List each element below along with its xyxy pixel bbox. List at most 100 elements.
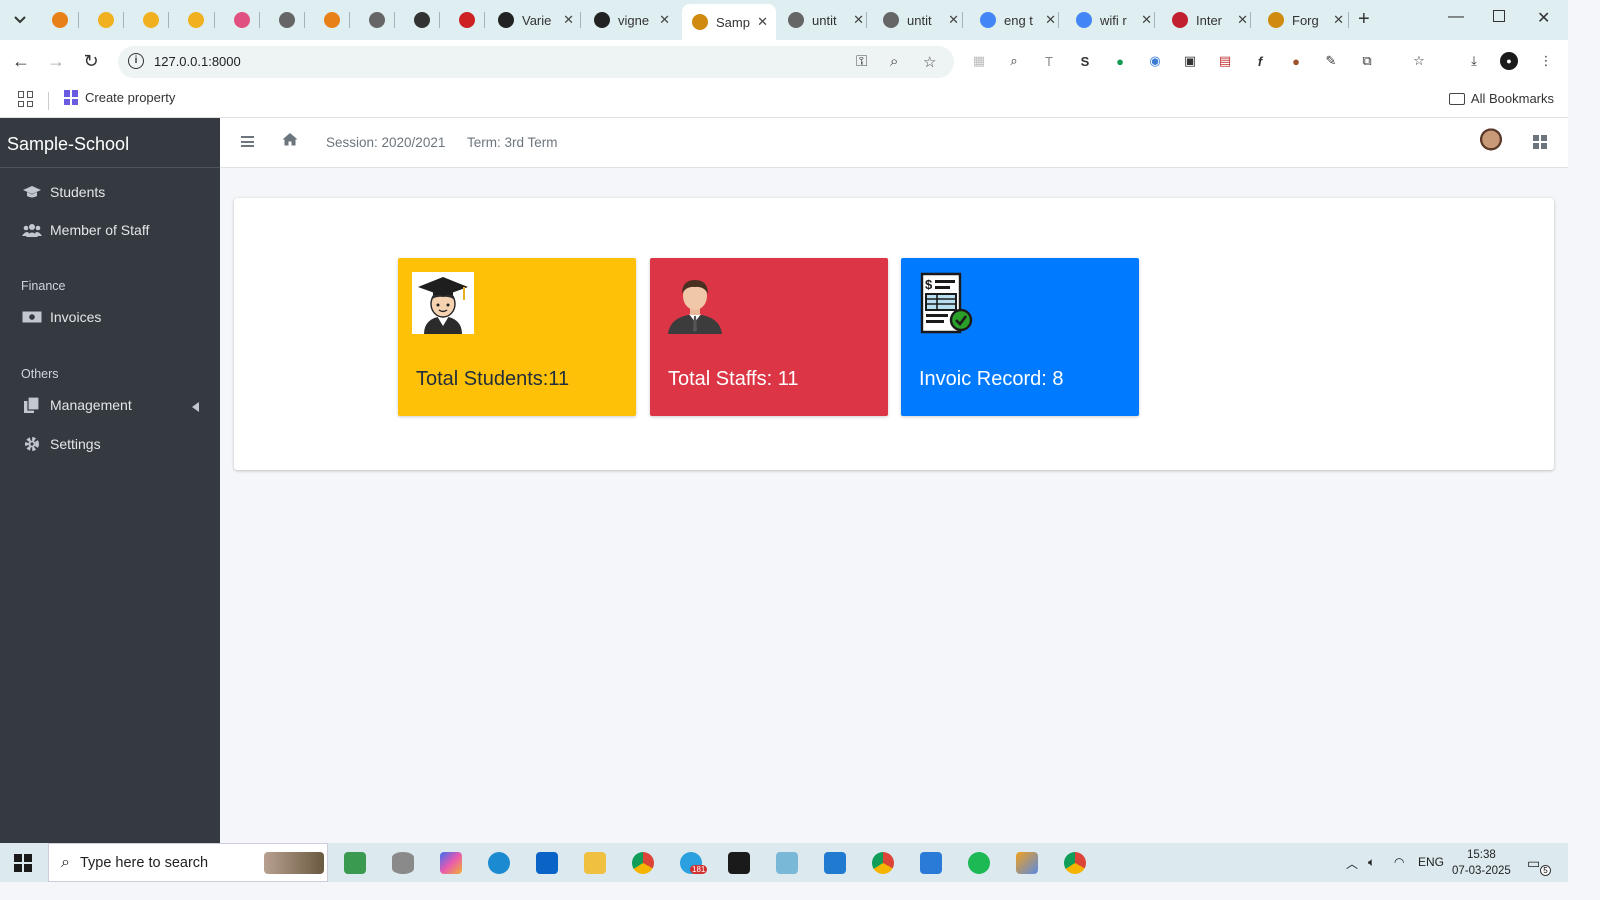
sidebar-item-management[interactable]: Management: [22, 397, 132, 413]
text-extension-icon[interactable]: T: [1040, 52, 1058, 70]
calculator-app-icon[interactable]: [344, 852, 366, 874]
wifi-icon[interactable]: ◠: [1394, 855, 1404, 869]
chevron-left-icon[interactable]: [192, 402, 199, 412]
browser-tab[interactable]: Inter ✕: [1162, 6, 1256, 34]
browser-menu-icon[interactable]: ⋮: [1537, 52, 1555, 70]
bookmark-star-icon[interactable]: ☆: [923, 53, 936, 71]
browser-tab[interactable]: wifi r ✕: [1066, 6, 1160, 34]
reload-icon[interactable]: ↻: [80, 51, 102, 72]
tab-search-button[interactable]: [8, 8, 32, 32]
session-text[interactable]: Session: 2020/2021: [326, 135, 445, 150]
speaker-icon[interactable]: 🔈︎: [1368, 855, 1375, 870]
browser-tab[interactable]: Samp ✕: [682, 4, 776, 40]
back-arrow-icon[interactable]: ←: [10, 51, 32, 72]
browser-tab[interactable]: Forg ✕: [1258, 6, 1352, 34]
browser-tab[interactable]: [42, 6, 78, 34]
cookie-extension-icon[interactable]: ●: [1287, 52, 1305, 70]
total-staffs-card[interactable]: Total Staffs: 11: [650, 258, 888, 416]
notepad-app-icon[interactable]: [776, 852, 798, 874]
url-text[interactable]: 127.0.0.1:8000: [154, 54, 241, 69]
browser-tab[interactable]: [178, 6, 214, 34]
user-avatar[interactable]: [1478, 128, 1504, 158]
browser-tab[interactable]: [404, 6, 440, 34]
minimize-icon[interactable]: —: [1448, 8, 1464, 26]
zoom-extension-icon[interactable]: ⌕: [1005, 52, 1023, 70]
site-info-icon[interactable]: i: [128, 53, 144, 69]
tab-close-icon[interactable]: ✕: [659, 12, 670, 28]
browser-tab[interactable]: eng t ✕: [970, 6, 1064, 34]
language-indicator[interactable]: ENG: [1418, 855, 1444, 869]
image-extension-icon[interactable]: ▣: [1181, 52, 1199, 70]
browser-tab[interactable]: [314, 6, 350, 34]
tab-close-icon[interactable]: ✕: [853, 12, 864, 28]
forward-arrow-icon[interactable]: →: [45, 51, 67, 72]
browser-tab[interactable]: [88, 6, 124, 34]
tab-close-icon[interactable]: ✕: [1045, 12, 1056, 28]
sidebar-item-students[interactable]: Students: [22, 184, 105, 200]
term-text[interactable]: Term: 3rd Term: [467, 135, 558, 150]
eyedropper-icon[interactable]: ✎: [1322, 52, 1340, 70]
zoom-icon[interactable]: ⌕: [890, 53, 898, 70]
password-key-icon[interactable]: ⚿: [856, 53, 867, 70]
profile-avatar-icon[interactable]: ●: [1500, 52, 1518, 70]
eye-extension-icon[interactable]: ◉: [1146, 52, 1164, 70]
sidebar-item-member-of-staff[interactable]: Member of Staff: [22, 222, 149, 238]
browser-tab[interactable]: [224, 6, 260, 34]
tab-close-icon[interactable]: ✕: [1237, 12, 1248, 28]
grammarly-icon[interactable]: ●: [1111, 52, 1129, 70]
total-students-card[interactable]: Total Students:11: [398, 258, 636, 416]
tab-close-icon[interactable]: ✕: [1333, 12, 1344, 28]
chrome-profile-app-icon[interactable]: [872, 852, 894, 874]
photos-app-icon[interactable]: [920, 852, 942, 874]
system-clock[interactable]: 15:38 07-03-2025: [1452, 847, 1511, 879]
font-extension-icon[interactable]: f: [1251, 52, 1269, 70]
apps-grid-icon[interactable]: [18, 91, 34, 107]
tab-close-icon[interactable]: ✕: [563, 12, 574, 28]
browser-tab[interactable]: Varie ✕: [488, 6, 582, 34]
app-icon[interactable]: [1016, 852, 1038, 874]
brand-title[interactable]: Sample-School: [0, 118, 220, 168]
invoice-record-card[interactable]: $ Invoic Record: 8: [901, 258, 1139, 416]
sidebar-item-settings[interactable]: Settings: [22, 436, 101, 452]
vscode-app-icon[interactable]: [824, 852, 846, 874]
search-highlight-image[interactable]: [264, 852, 324, 874]
chrome-app-icon[interactable]: [632, 852, 654, 874]
new-tab-button[interactable]: +: [1358, 8, 1370, 31]
sidebar-item-invoices[interactable]: Invoices: [22, 309, 101, 325]
window-close-icon[interactable]: ✕: [1537, 8, 1550, 28]
calendar-extension-icon[interactable]: ▤: [1216, 52, 1234, 70]
s-extension-icon[interactable]: S: [1076, 52, 1094, 70]
notification-icon[interactable]: ▭: [1527, 855, 1540, 872]
browser-tab[interactable]: [269, 6, 305, 34]
download-icon[interactable]: ⤓: [1465, 52, 1483, 70]
browser-tab[interactable]: untit ✕: [778, 6, 872, 34]
hamburger-menu-icon[interactable]: [241, 136, 254, 147]
chevron-up-icon[interactable]: ︿: [1346, 855, 1358, 872]
copilot-app-icon[interactable]: [440, 852, 462, 874]
chrome-profile2-app-icon[interactable]: [1064, 852, 1086, 874]
all-bookmarks-button[interactable]: All Bookmarks: [1448, 91, 1554, 106]
outlook-app-icon[interactable]: [536, 852, 558, 874]
windows-start-icon[interactable]: [14, 854, 32, 872]
edge-browser-icon[interactable]: [488, 852, 510, 874]
extension-icon[interactable]: ▦: [970, 52, 988, 70]
tab-close-icon[interactable]: ✕: [1141, 12, 1152, 28]
tab-close-icon[interactable]: ✕: [948, 12, 959, 28]
control-sidebar-grid-icon[interactable]: [1533, 135, 1547, 149]
browser-tab[interactable]: [133, 6, 169, 34]
tab-close-icon[interactable]: ✕: [757, 14, 768, 30]
database-app-icon[interactable]: [392, 852, 414, 874]
browser-tab[interactable]: untit ✕: [873, 6, 967, 34]
extensions-puzzle-icon[interactable]: ⧉: [1358, 52, 1376, 70]
browser-tab[interactable]: vigne ✕: [584, 6, 678, 34]
file-explorer-icon[interactable]: [584, 852, 606, 874]
reading-list-icon[interactable]: ☆: [1410, 52, 1428, 70]
browser-tab[interactable]: [359, 6, 395, 34]
bookmark-create-property[interactable]: Create property: [64, 90, 175, 105]
home-icon[interactable]: [282, 132, 298, 151]
browser-tab[interactable]: [449, 6, 485, 34]
maximize-icon[interactable]: [1493, 10, 1505, 22]
spotify-app-icon[interactable]: [968, 852, 990, 874]
address-bar[interactable]: i 127.0.0.1:8000 ⚿ ⌕ ☆: [118, 46, 954, 78]
terminal-app-icon[interactable]: [728, 852, 750, 874]
